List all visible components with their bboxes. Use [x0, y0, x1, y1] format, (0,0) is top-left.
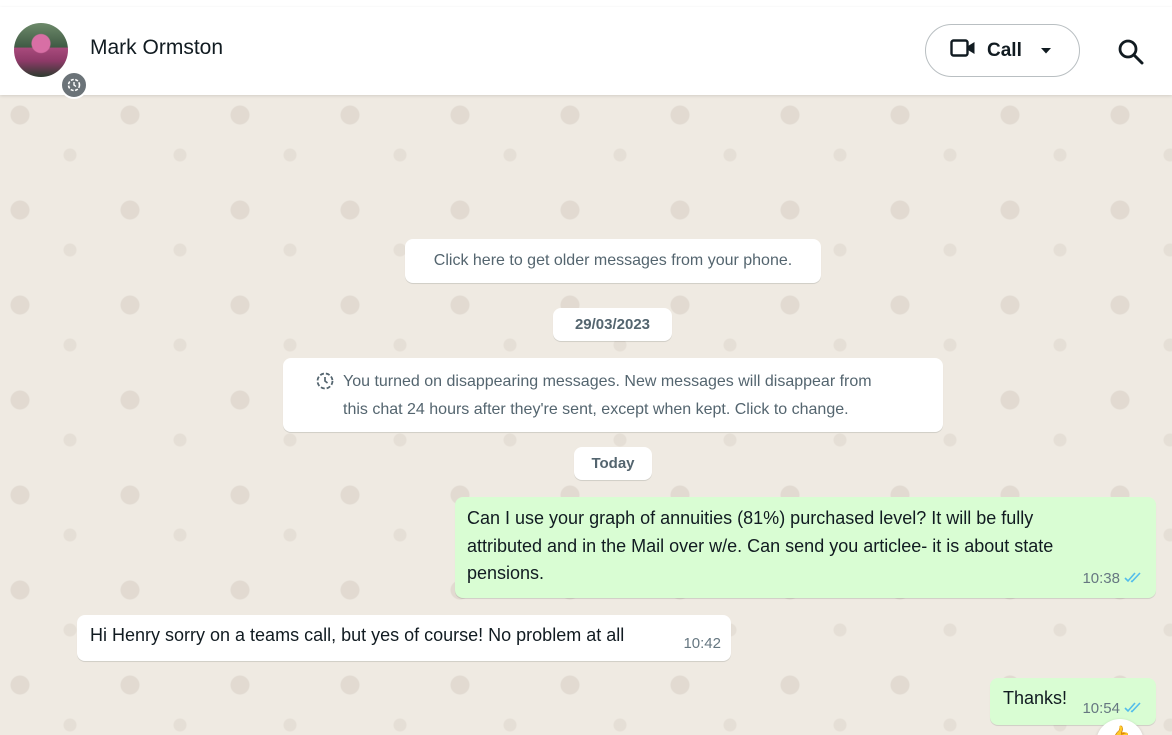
- chat-header: Mark Ormston Call: [0, 7, 1172, 99]
- disappearing-messages-notice[interactable]: You turned on disappearing messages. New…: [283, 358, 943, 432]
- message-text: Hi Henry sorry on a teams call, but yes …: [90, 625, 625, 645]
- read-receipt-icon: [1124, 700, 1144, 717]
- outgoing-message[interactable]: Thanks! 10:54: [990, 678, 1156, 725]
- search-icon[interactable]: [1116, 37, 1146, 67]
- avatar[interactable]: [14, 23, 88, 99]
- message-meta: 10:38: [1082, 565, 1144, 593]
- disappearing-timer-icon: [60, 71, 88, 99]
- incoming-message[interactable]: Hi Henry sorry on a teams call, but yes …: [77, 615, 731, 661]
- contact-name[interactable]: Mark Ormston: [90, 36, 223, 60]
- message-text: Can I use your graph of annuities (81%) …: [467, 508, 1034, 528]
- notice-line: this chat 24 hours after they're sent, e…: [343, 401, 849, 418]
- message-meta: 10:54: [1082, 700, 1144, 717]
- outgoing-message[interactable]: Can I use your graph of annuities (81%) …: [455, 497, 1156, 598]
- message-text: Thanks!: [1003, 688, 1068, 708]
- message-text: attributed and in the Mail over w/e. Can…: [467, 535, 1054, 556]
- message-time: 10:54: [1082, 700, 1120, 717]
- read-receipt-icon: [1124, 565, 1144, 593]
- message-meta: 10:42: [683, 635, 721, 652]
- message-text: pensions.: [467, 563, 545, 583]
- call-button[interactable]: Call: [925, 24, 1080, 77]
- chat-panel[interactable]: Click here to get older messages from yo…: [0, 95, 1172, 735]
- disappearing-timer-icon: [315, 371, 335, 391]
- today-separator: Today: [574, 447, 652, 480]
- date-separator: 29/03/2023: [553, 308, 672, 341]
- video-camera-icon: [950, 38, 976, 63]
- caret-down-icon[interactable]: [1040, 42, 1052, 60]
- message-time: 10:42: [683, 635, 721, 652]
- message-time: 10:38: [1082, 569, 1120, 587]
- notice-line: You turned on disappearing messages. New…: [343, 373, 872, 390]
- call-label: Call: [987, 39, 1022, 61]
- older-messages-link[interactable]: Click here to get older messages from yo…: [405, 239, 821, 283]
